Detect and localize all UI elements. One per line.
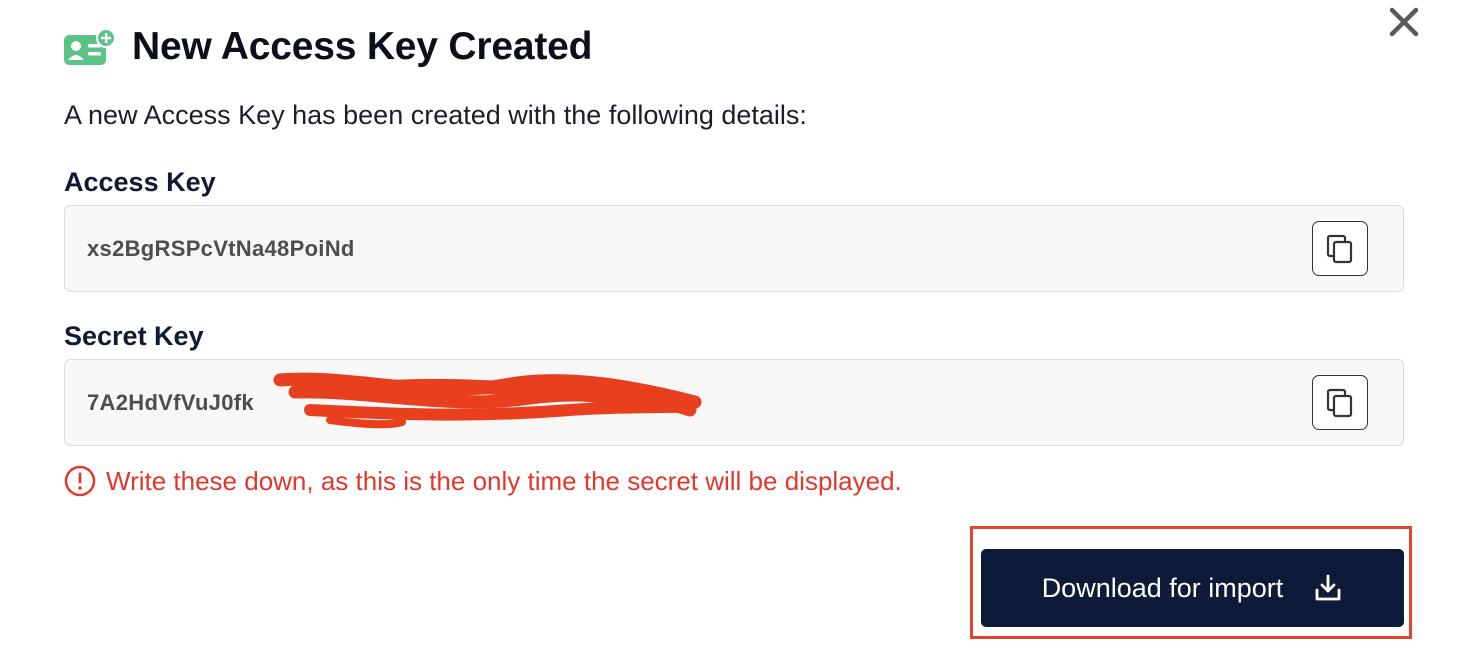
copy-icon [1326,234,1353,263]
download-for-import-button[interactable]: Download for import [981,549,1404,627]
download-icon [1313,573,1343,603]
dialog-header: New Access Key Created [64,22,592,72]
redaction-scribble [273,372,702,429]
access-key-value[interactable]: xs2BgRSPcVtNa48PoiNd [87,206,355,291]
download-button-label: Download for import [1041,572,1284,603]
copy-icon [1326,388,1353,417]
alert-circle-icon [64,465,96,497]
access-key-field: xs2BgRSPcVtNa48PoiNd [64,205,1404,292]
secret-key-value[interactable]: 7A2HdVfVuJ0fk [87,360,254,445]
dialog-title: New Access Key Created [132,25,593,68]
id-card-add-icon [64,25,116,69]
warning-message: Write these down, as this is the only ti… [64,465,902,497]
dialog-intro: A new Access Key has been created with t… [64,100,807,130]
secret-key-field: 7A2HdVfVuJ0fk [64,359,1404,446]
close-icon [1389,7,1419,37]
secret-key-label: Secret Key [64,321,204,351]
warning-text: Write these down, as this is the only ti… [106,465,902,496]
access-key-label: Access Key [64,167,216,197]
copy-access-key-button[interactable] [1312,221,1368,276]
close-button[interactable] [1386,4,1422,40]
copy-secret-key-button[interactable] [1312,375,1368,430]
